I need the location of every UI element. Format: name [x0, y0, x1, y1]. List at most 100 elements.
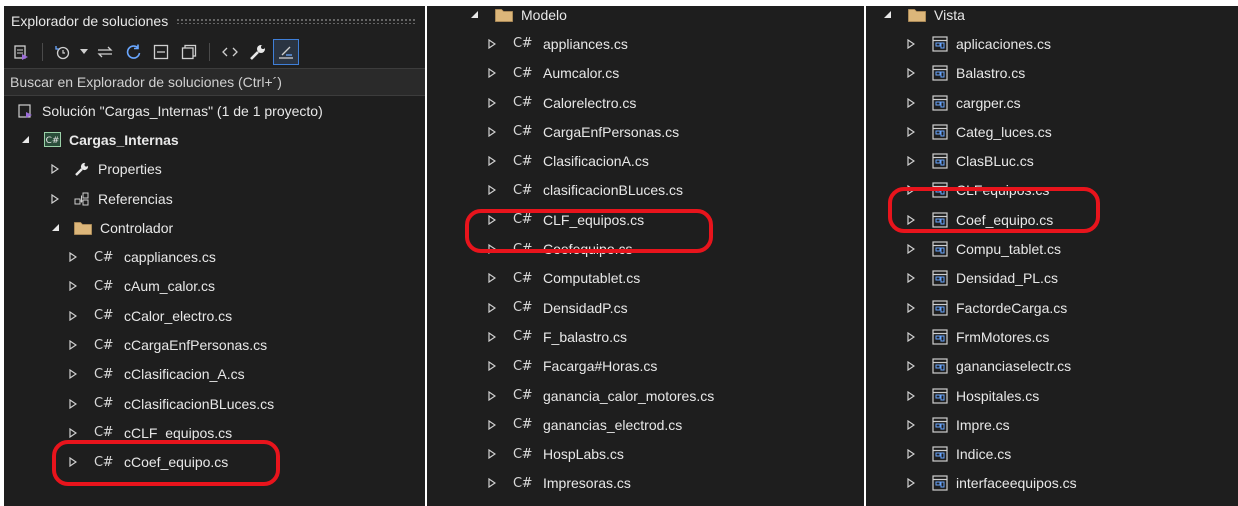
collapsed-arrow-icon[interactable]: [485, 37, 499, 51]
tree-item-file[interactable]: Compu_tablet.cs: [866, 234, 1238, 263]
tree-item-file[interactable]: FrmMotores.cs: [866, 322, 1238, 351]
collapsed-arrow-icon[interactable]: [485, 447, 499, 461]
tree-item-file[interactable]: C# cCalor_electro.cs: [4, 301, 425, 330]
tree-item-file[interactable]: C# HospLabs.cs: [427, 439, 864, 468]
tree-item-file[interactable]: aplicaciones.cs: [866, 29, 1238, 58]
tree-item-folder-modelo[interactable]: Modelo: [427, 6, 864, 29]
collapsed-arrow-icon[interactable]: [66, 367, 80, 381]
expanded-arrow-icon[interactable]: [48, 221, 62, 235]
collapsed-arrow-icon[interactable]: [904, 418, 918, 432]
collapsed-arrow-icon[interactable]: [485, 154, 499, 168]
collapsed-arrow-icon[interactable]: [485, 418, 499, 432]
expanded-arrow-icon[interactable]: [18, 133, 32, 147]
tree-item-file[interactable]: C# cAum_calor.cs: [4, 272, 425, 301]
tree-item-file[interactable]: FactordeCarga.cs: [866, 293, 1238, 322]
collapsed-arrow-icon[interactable]: [904, 37, 918, 51]
collapsed-arrow-icon[interactable]: [485, 330, 499, 344]
tree-item-folder-vista[interactable]: Vista: [866, 6, 1238, 29]
vs-solution-icon[interactable]: [10, 40, 34, 64]
collapsed-arrow-icon[interactable]: [485, 213, 499, 227]
collapsed-arrow-icon[interactable]: [66, 426, 80, 440]
tree-item-file[interactable]: Balastro.cs: [866, 59, 1238, 88]
wrench-icon[interactable]: [246, 40, 270, 64]
collapsed-arrow-icon[interactable]: [485, 242, 499, 256]
collapsed-arrow-icon[interactable]: [904, 66, 918, 80]
collapsed-arrow-icon[interactable]: [904, 213, 918, 227]
tree-item-file[interactable]: C# DensidadP.cs: [427, 293, 864, 322]
refresh-icon[interactable]: [121, 40, 145, 64]
code-view-icon[interactable]: [218, 40, 242, 64]
tree-item-file[interactable]: interfaceequipos.cs: [866, 469, 1238, 498]
tree-item-file[interactable]: gananciaselectr.cs: [866, 352, 1238, 381]
search-input[interactable]: Buscar en Explorador de soluciones (Ctrl…: [4, 68, 425, 96]
tree-item-file[interactable]: C# ClasificacionA.cs: [427, 146, 864, 175]
collapsed-arrow-icon[interactable]: [485, 271, 499, 285]
collapsed-arrow-icon[interactable]: [904, 447, 918, 461]
tree-item-file[interactable]: cargper.cs: [866, 88, 1238, 117]
tree-item-file[interactable]: C# cCargaEnfPersonas.cs: [4, 330, 425, 359]
collapsed-arrow-icon[interactable]: [904, 125, 918, 139]
collapsed-arrow-icon[interactable]: [904, 96, 918, 110]
preview-icon[interactable]: [273, 39, 299, 65]
collapsed-arrow-icon[interactable]: [48, 192, 62, 206]
tree-item-project[interactable]: C# Cargas_Internas: [4, 125, 425, 154]
tree-item-folder-controlador[interactable]: Controlador: [4, 213, 425, 242]
tree-item-file[interactable]: C# F_balastro.cs: [427, 322, 864, 351]
collapsed-arrow-icon[interactable]: [904, 389, 918, 403]
collapsed-arrow-icon[interactable]: [485, 359, 499, 373]
tree-item-solution[interactable]: Solución "Cargas_Internas" (1 de 1 proye…: [4, 96, 425, 125]
tree-item-properties[interactable]: Properties: [4, 155, 425, 184]
tree-item-file[interactable]: C# cCLF_equipos.cs: [4, 418, 425, 447]
tree-item-file[interactable]: CLFequipos.cs: [866, 176, 1238, 205]
expanded-arrow-icon[interactable]: [467, 8, 481, 22]
history-icon[interactable]: [51, 40, 75, 64]
collapsed-arrow-icon[interactable]: [485, 389, 499, 403]
collapsed-arrow-icon[interactable]: [904, 476, 918, 490]
tree-item-file[interactable]: C# CargaEnfPersonas.cs: [427, 117, 864, 146]
tree-item-references[interactable]: Referencias: [4, 184, 425, 213]
collapsed-arrow-icon[interactable]: [66, 309, 80, 323]
collapsed-arrow-icon[interactable]: [485, 476, 499, 490]
tree-item-file[interactable]: C# Impresoras.cs: [427, 469, 864, 498]
drag-grip[interactable]: [176, 18, 417, 24]
collapsed-arrow-icon[interactable]: [904, 359, 918, 373]
collapsed-arrow-icon[interactable]: [485, 301, 499, 315]
collapsed-arrow-icon[interactable]: [904, 183, 918, 197]
tree-item-file[interactable]: C# Facarga#Horas.cs: [427, 352, 864, 381]
tree-item-file[interactable]: C# Computablet.cs: [427, 264, 864, 293]
tree-item-file[interactable]: Densidad_PL.cs: [866, 264, 1238, 293]
collapsed-arrow-icon[interactable]: [48, 162, 62, 176]
collapsed-arrow-icon[interactable]: [66, 455, 80, 469]
collapsed-arrow-icon[interactable]: [66, 338, 80, 352]
collapsed-arrow-icon[interactable]: [904, 301, 918, 315]
collapsed-arrow-icon[interactable]: [904, 154, 918, 168]
tree-item-file[interactable]: C# cClasificacionBLuces.cs: [4, 389, 425, 418]
tree-item-file[interactable]: Categ_luces.cs: [866, 117, 1238, 146]
tree-item-file[interactable]: C# appliances.cs: [427, 29, 864, 58]
collapsed-arrow-icon[interactable]: [904, 330, 918, 344]
tree-item-file[interactable]: C# ganancia_calor_motores.cs: [427, 381, 864, 410]
collapsed-arrow-icon[interactable]: [66, 279, 80, 293]
collapsed-arrow-icon[interactable]: [485, 66, 499, 80]
tree-item-file[interactable]: C# Coefequipo.cs: [427, 234, 864, 263]
collapsed-arrow-icon[interactable]: [485, 125, 499, 139]
tree-item-file[interactable]: Indice.cs: [866, 439, 1238, 468]
tree-item-file[interactable]: C# cCoef_equipo.cs: [4, 448, 425, 477]
tree-item-file[interactable]: C# CLF_equipos.cs: [427, 205, 864, 234]
tree-item-file[interactable]: Hospitales.cs: [866, 381, 1238, 410]
copy-icon[interactable]: [177, 40, 201, 64]
tree-item-file[interactable]: ClasBLuc.cs: [866, 146, 1238, 175]
collapsed-arrow-icon[interactable]: [904, 242, 918, 256]
tree-item-file[interactable]: C# cappliances.cs: [4, 242, 425, 271]
tree-item-file[interactable]: Coef_equipo.cs: [866, 205, 1238, 234]
expanded-arrow-icon[interactable]: [880, 8, 894, 22]
tree-item-file[interactable]: C# ganancias_electrod.cs: [427, 410, 864, 439]
collapsed-arrow-icon[interactable]: [485, 96, 499, 110]
tree-item-file[interactable]: C# Calorelectro.cs: [427, 88, 864, 117]
sync-arrows-icon[interactable]: [93, 40, 117, 64]
collapsed-arrow-icon[interactable]: [66, 250, 80, 264]
tree-item-file[interactable]: C# clasificacionBLuces.cs: [427, 176, 864, 205]
tree-item-file[interactable]: C# cClasificacion_A.cs: [4, 360, 425, 389]
collapsed-arrow-icon[interactable]: [485, 183, 499, 197]
collapsed-arrow-icon[interactable]: [904, 271, 918, 285]
